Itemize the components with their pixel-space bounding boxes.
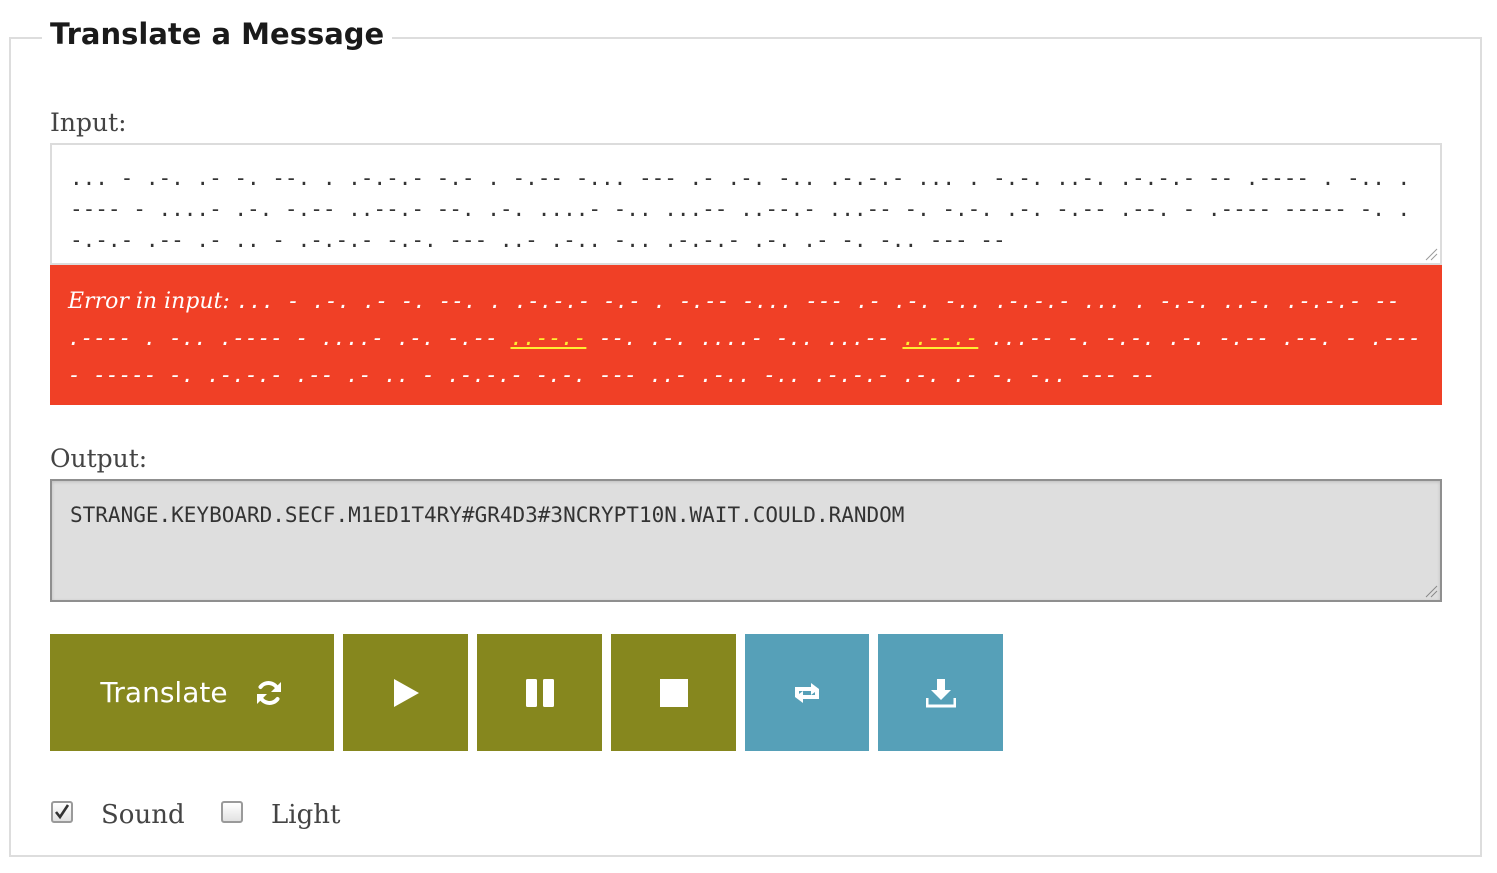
download-button[interactable] — [878, 634, 1003, 751]
sound-checkbox[interactable] — [51, 801, 73, 823]
output-textarea[interactable]: STRANGE.KEYBOARD.SECF.M1ED1T4RY#GR4D3#3N… — [50, 479, 1442, 602]
light-checkbox[interactable] — [221, 801, 243, 823]
light-label[interactable]: Light — [271, 800, 340, 830]
resize-grip-icon[interactable] — [1424, 247, 1438, 261]
translate-button-label: Translate — [100, 676, 228, 709]
panel-title: Translate a Message — [42, 14, 393, 54]
pause-icon — [525, 678, 554, 707]
play-icon — [393, 678, 419, 707]
input-text: ... - .-. .- -. --. . .-.-.- -.- . -.-- … — [70, 166, 1411, 252]
repeat-icon — [795, 682, 819, 703]
error-input-echo: ... - .-. .- -. --. . .-.-.- -.- . -.-- … — [68, 289, 1421, 387]
refresh-icon — [256, 680, 281, 705]
translate-button[interactable]: Translate — [50, 634, 334, 751]
stop-button[interactable] — [611, 634, 736, 751]
download-icon — [925, 678, 956, 707]
error-segment: --. .-. ....- -.. ...-- — [586, 326, 903, 350]
sound-label[interactable]: Sound — [101, 800, 185, 830]
resize-grip-icon[interactable] — [1424, 584, 1438, 598]
error-highlight: ..--.- — [510, 326, 587, 350]
output-label: Output: — [50, 444, 148, 473]
stop-icon — [659, 678, 688, 707]
repeat-button[interactable] — [745, 634, 869, 751]
error-highlight: ..--.- — [902, 326, 979, 350]
error-message: Error in input: ... - .-. .- -. --. . .-… — [50, 265, 1442, 405]
pause-button[interactable] — [477, 634, 602, 751]
error-label: Error in input: — [68, 289, 230, 314]
input-textarea[interactable]: ... - .-. .- -. --. . .-.-.- -.- . -.-- … — [50, 143, 1442, 265]
checkmark-icon — [54, 804, 70, 820]
output-text: STRANGE.KEYBOARD.SECF.M1ED1T4RY#GR4D3#3N… — [70, 503, 905, 527]
input-label: Input: — [50, 108, 127, 137]
play-button[interactable] — [343, 634, 468, 751]
